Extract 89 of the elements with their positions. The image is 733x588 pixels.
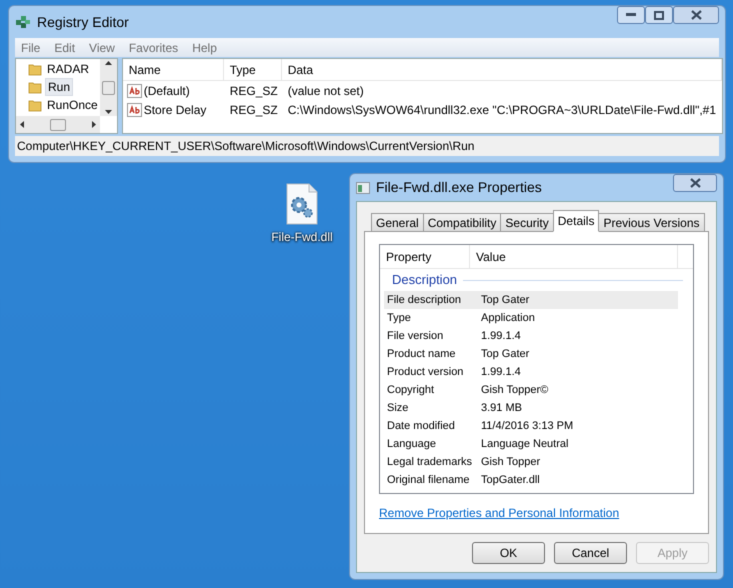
table-cell-text: TopGater.dll [480,472,540,488]
column-header[interactable]: Value [470,245,678,268]
table-cell-text: Application [480,310,535,326]
column-header[interactable]: Name [122,59,224,80]
close-button[interactable] [673,174,717,192]
window-title: File-Fwd.dll.exe Properties [376,178,542,197]
scroll-down-icon [104,110,112,114]
table-cell-text: Top Gater [480,346,530,362]
menu-item[interactable]: Edit [54,38,76,56]
scroll-thumb[interactable] [50,118,66,130]
column-header[interactable]: Data [282,59,722,80]
group-header: Description [392,271,458,290]
table-cell-text: File description [386,292,462,308]
scroll-right-icon [92,121,96,128]
property-row[interactable]: Original filename TopGater.dll [384,471,678,489]
close-button[interactable] [673,6,719,24]
table-cell-text: 11/4/2016 3:13 PM [480,418,574,434]
close-icon [690,178,700,188]
table-cell-text: File version [386,328,444,344]
property-row[interactable]: Date modified 11/4/2016 3:13 PM [384,417,678,435]
table-cell-text: Size [386,400,410,416]
property-row[interactable]: Size 3.91 MB [384,399,678,417]
menu-item[interactable]: Favorites [128,38,178,56]
table-cell-text: Top Gater [480,292,530,308]
table-cell-text: Date modified [386,418,456,434]
link[interactable]: Remove Properties and Personal Information [379,504,694,522]
tab[interactable]: Details [552,210,600,232]
table-cell-text: Store Delay [144,102,206,118]
scroll-left-icon [20,121,24,128]
scroll-thumb[interactable] [102,80,115,94]
close-icon [690,10,702,20]
table-cell-text: Original filename [386,472,471,488]
maximize-icon [654,10,664,20]
tree-item[interactable]: RunOnce [45,97,100,113]
table-cell-text: REG_SZ [228,102,279,118]
window-title: Registry Editor [37,12,129,32]
table-cell-text: Gish Topper© [480,382,548,398]
tree-item[interactable]: Run [45,78,74,96]
vertical-scrollbar[interactable] [100,59,117,116]
folder-icon [28,98,42,112]
property-row[interactable]: File version 1.99.1.4 [384,327,678,345]
tab[interactable]: Security [500,213,554,232]
table-cell-text: Language Neutral [480,436,568,452]
application-icon [356,182,370,194]
table-cell-text: C:\Windows\SysWOW64\rundll32.exe "C:\PROGRA~3\URLDate\File-Fwd.dll",#1 [286,102,718,118]
minimize-button[interactable] [617,6,645,24]
status-text: Computer\HKEY_CURRENT_USER\Software\Microsoft\Windows\CurrentVersion\Run [17,138,474,155]
registry-icon [15,14,31,30]
table-cell-text: Product name [386,346,456,362]
string-value-icon [126,84,142,98]
table-cell-text: 3.91 MB [480,400,522,416]
property-row[interactable]: Product version 1.99.1.4 [384,363,678,381]
tab[interactable]: General [371,213,424,232]
column-header[interactable]: Property [380,245,470,268]
table-cell-text: (value not set) [286,82,365,100]
scroll-up-icon [104,61,112,65]
table-cell-text: Product version [386,364,464,380]
string-value-icon [126,102,142,116]
tab[interactable]: Compatibility [422,213,502,232]
maximize-button[interactable] [645,6,673,24]
property-row[interactable]: Language Language Neutral [384,435,678,453]
property-row[interactable]: Legal trademarks Gish Topper [384,453,678,471]
folder-icon [28,62,42,76]
table-cell-text: Copyright [386,382,436,398]
file-gear-icon[interactable] [285,183,319,225]
menu-item[interactable]: Help [192,38,217,56]
dialog-button[interactable]: OK [472,542,545,564]
table-cell-text: REG_SZ [228,82,279,100]
property-row[interactable]: Copyright Gish Topper© [384,381,678,399]
property-row[interactable]: Product name Top Gater [384,345,678,363]
table-cell-text: Legal trademarks [386,454,473,470]
minimize-icon [626,13,636,17]
table-cell-text: Type [386,310,412,326]
menu-item[interactable]: View [89,38,115,56]
tab[interactable]: Previous Versions [598,213,704,232]
menu-item[interactable]: File [21,38,40,56]
dialog-button[interactable]: Cancel [554,542,627,564]
table-cell-text: Language [386,436,437,452]
icon-label[interactable]: File-Fwd.dll [271,228,333,246]
table-cell-text: 1.99.1.4 [480,364,521,380]
table-cell-text: (Default) [144,82,190,100]
tree-item[interactable]: RADAR [45,61,92,77]
property-row[interactable]: File description Top Gater [384,291,678,309]
table-cell-text: 1.99.1.4 [480,328,521,344]
horizontal-scrollbar[interactable] [16,116,100,133]
property-row[interactable]: Type Application [384,309,678,327]
column-header[interactable]: Type [224,59,282,80]
table-cell-text: Gish Topper [480,454,540,470]
folder-icon [28,80,42,94]
